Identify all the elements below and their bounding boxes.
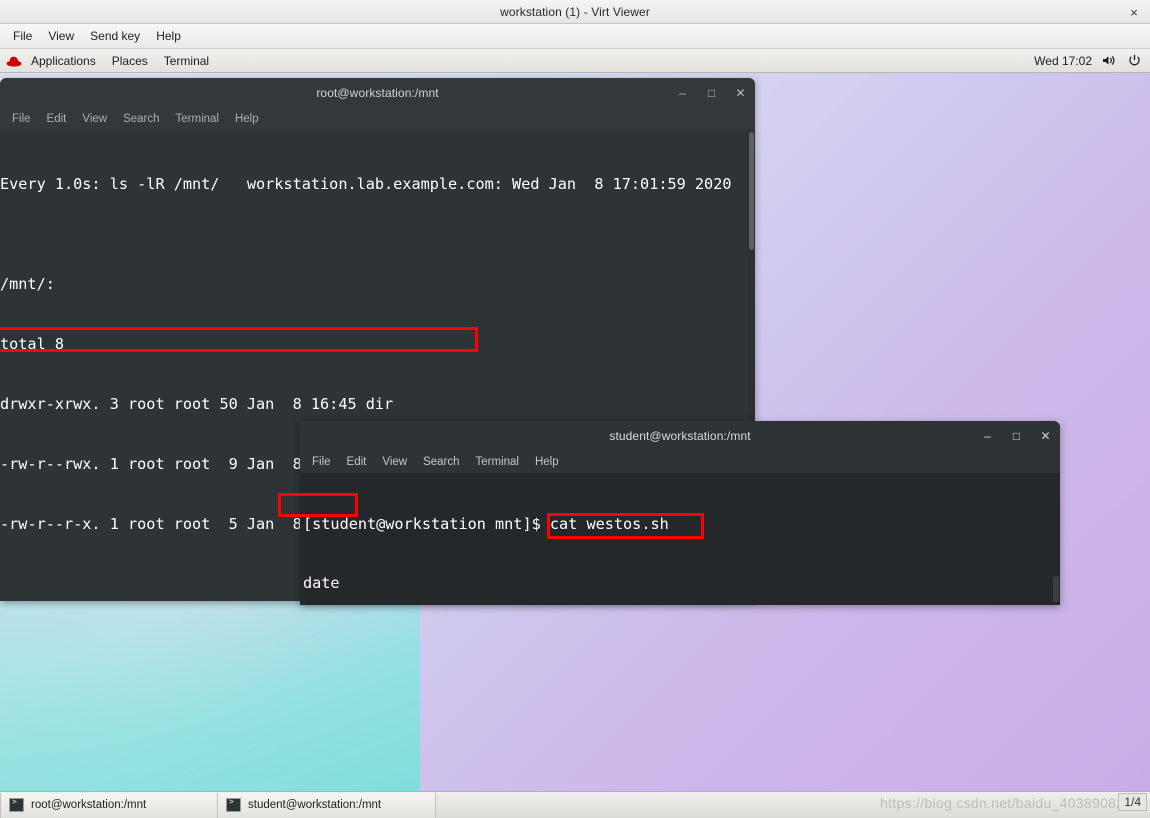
- gnome-terminal-menu[interactable]: Terminal: [156, 52, 217, 70]
- volume-icon[interactable]: [1101, 53, 1117, 69]
- student-terminal-title: student@workstation:/mnt: [609, 428, 751, 443]
- root-menu-view[interactable]: View: [75, 111, 114, 127]
- terminal-line: drwxr-xrwx. 3 root root 50 Jan 8 16:45 d…: [0, 395, 394, 413]
- taskbar-item-root-terminal[interactable]: root@workstation:/mnt: [0, 792, 218, 818]
- terminal-icon: [226, 797, 241, 812]
- terminal-line: total 8: [0, 335, 65, 353]
- virt-viewer-close-icon[interactable]: ×: [1124, 0, 1144, 24]
- gnome-top-panel: Applications Places Terminal Wed 17:02: [0, 49, 1150, 73]
- student-terminal-menubar: File Edit View Search Terminal Help: [300, 450, 1060, 473]
- student-terminal-window[interactable]: student@workstation:/mnt – □ ✕ File Edit…: [300, 421, 1060, 605]
- taskbar-item-student-terminal[interactable]: student@workstation:/mnt: [218, 792, 436, 818]
- wallpaper-cyan-corner: [0, 591, 420, 791]
- student-terminal-scrollbar-thumb[interactable]: [1053, 576, 1059, 602]
- root-menu-search[interactable]: Search: [116, 111, 166, 127]
- root-terminal-title: root@workstation:/mnt: [316, 85, 439, 100]
- menu-view[interactable]: View: [41, 27, 81, 45]
- root-terminal-window-buttons: – □ ✕: [676, 78, 747, 107]
- student-menu-terminal[interactable]: Terminal: [469, 454, 526, 470]
- student-terminal-output[interactable]: [student@workstation mnt]$ cat westos.sh…: [300, 473, 1060, 605]
- terminal-line: /mnt/:: [0, 275, 55, 293]
- menu-file[interactable]: File: [6, 27, 39, 45]
- student-menu-view[interactable]: View: [375, 454, 414, 470]
- student-maximize-icon[interactable]: □: [1010, 429, 1023, 442]
- root-terminal-menubar: File Edit View Search Terminal Help: [0, 107, 755, 130]
- gnome-places-menu[interactable]: Places: [104, 52, 156, 70]
- terminal-line: Every 1.0s: ls -lR /mnt/ workstation.lab…: [0, 175, 732, 193]
- student-menu-file[interactable]: File: [305, 454, 338, 470]
- menu-help[interactable]: Help: [149, 27, 188, 45]
- student-terminal-scrollbar[interactable]: [1052, 473, 1060, 605]
- gnome-clock[interactable]: Wed 17:02: [1034, 54, 1092, 68]
- taskbar-item-label: student@workstation:/mnt: [248, 799, 382, 811]
- student-menu-search[interactable]: Search: [416, 454, 466, 470]
- terminal-line-cat-command: [student@workstation mnt]$ cat westos.sh: [303, 515, 669, 534]
- virt-viewer-titlebar: workstation (1) - Virt Viewer: [0, 0, 1150, 24]
- menu-send-key[interactable]: Send key: [83, 27, 147, 45]
- terminal-icon: [9, 797, 24, 812]
- redhat-logo-icon: [6, 54, 22, 68]
- gnome-panel-left: Applications Places Terminal: [0, 52, 217, 70]
- root-menu-help[interactable]: Help: [228, 111, 266, 127]
- virt-viewer-menubar: File View Send key Help: [0, 24, 1150, 49]
- root-maximize-icon[interactable]: □: [705, 86, 718, 99]
- taskbar: root@workstation:/mnt student@workstatio…: [0, 791, 1150, 818]
- terminal-line-date-content: date: [303, 573, 340, 592]
- root-menu-file[interactable]: File: [5, 111, 38, 127]
- root-minimize-icon[interactable]: –: [676, 86, 689, 99]
- workspace-indicator[interactable]: 1/4: [1118, 793, 1147, 811]
- power-icon[interactable]: [1126, 53, 1142, 69]
- root-terminal-titlebar[interactable]: root@workstation:/mnt – □ ✕: [0, 78, 755, 107]
- student-minimize-icon[interactable]: –: [981, 429, 994, 442]
- root-close-icon[interactable]: ✕: [734, 86, 747, 99]
- student-close-icon[interactable]: ✕: [1039, 429, 1052, 442]
- root-menu-terminal[interactable]: Terminal: [169, 111, 226, 127]
- taskbar-item-label: root@workstation:/mnt: [31, 799, 147, 811]
- virt-viewer-title: workstation (1) - Virt Viewer: [500, 4, 650, 19]
- student-menu-edit[interactable]: Edit: [340, 454, 374, 470]
- student-menu-help[interactable]: Help: [528, 454, 566, 470]
- student-terminal-titlebar[interactable]: student@workstation:/mnt – □ ✕: [300, 421, 1060, 450]
- root-menu-edit[interactable]: Edit: [40, 111, 74, 127]
- student-terminal-window-buttons: – □ ✕: [981, 421, 1052, 450]
- root-terminal-scrollbar-thumb[interactable]: [749, 132, 754, 250]
- screen: workstation (1) - Virt Viewer × File Vie…: [0, 0, 1150, 818]
- gnome-applications-menu[interactable]: Applications: [23, 52, 104, 70]
- gnome-panel-right: Wed 17:02: [1034, 53, 1150, 69]
